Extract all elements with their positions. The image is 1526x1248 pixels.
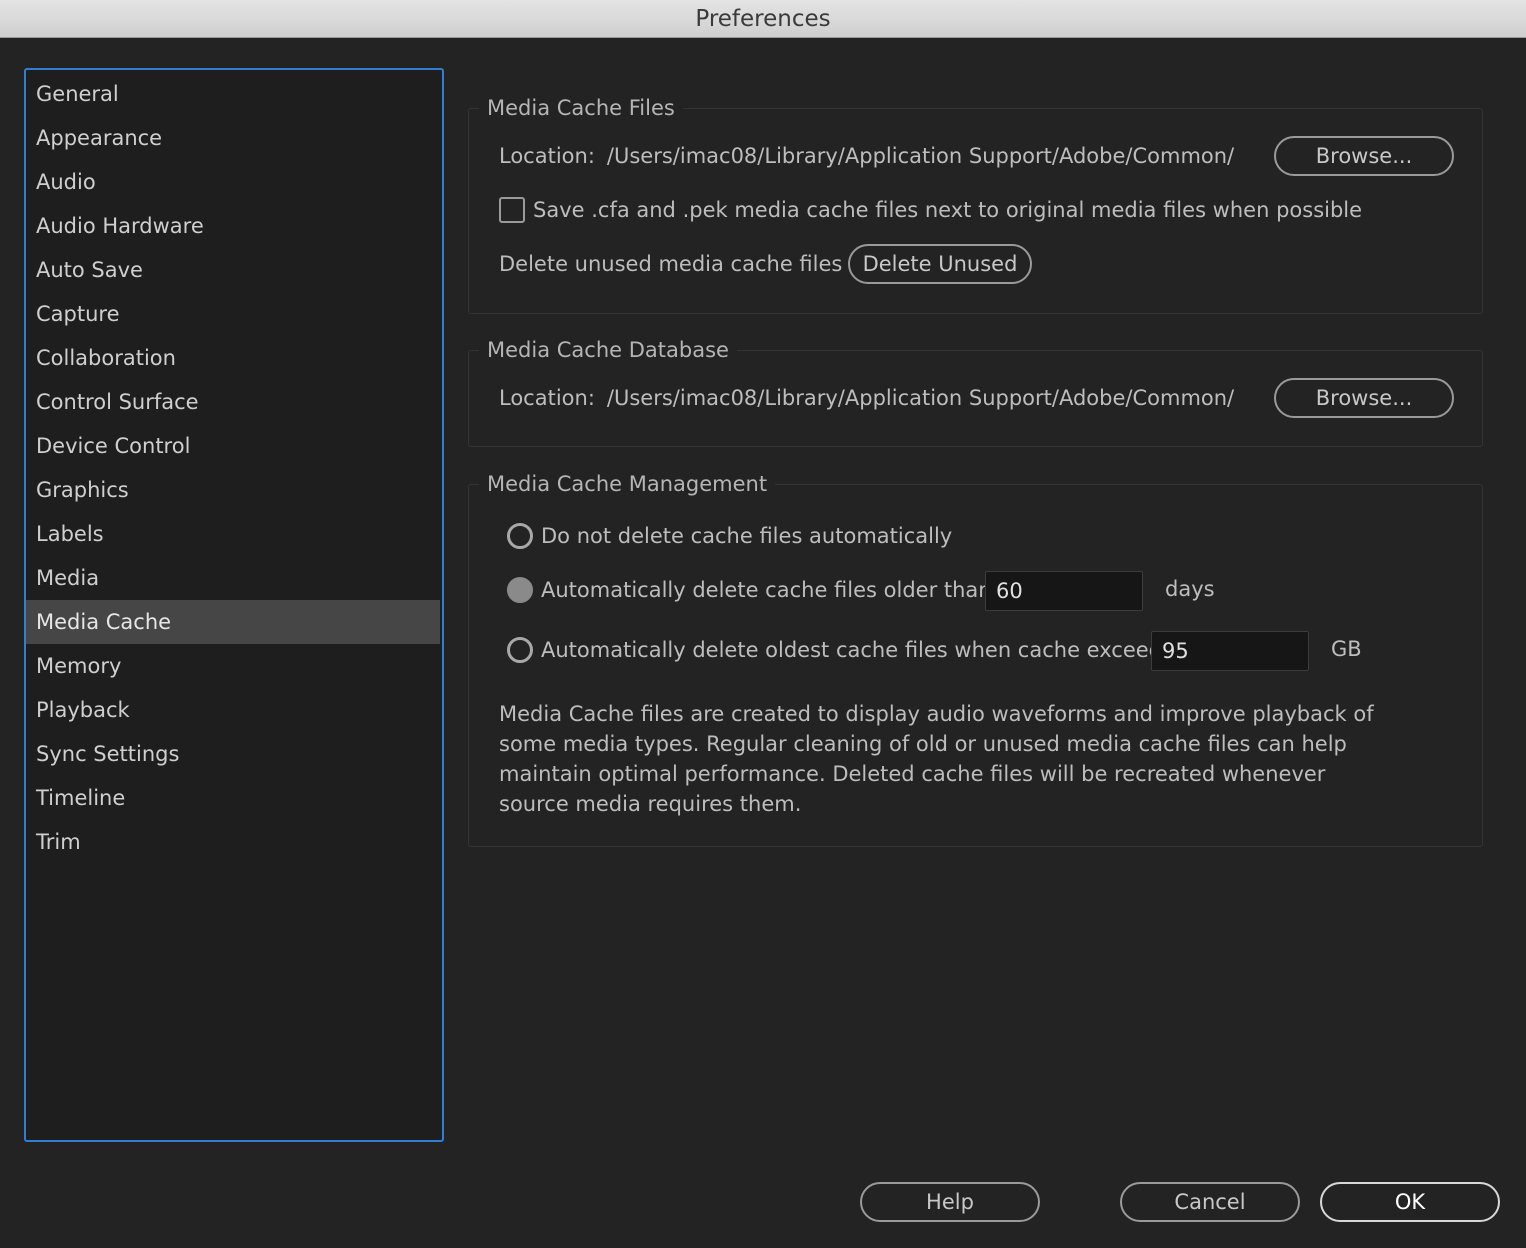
sidebar-item-labels[interactable]: Labels bbox=[26, 512, 442, 556]
sidebar-item-media-cache[interactable]: Media Cache bbox=[26, 600, 440, 644]
media-cache-management-legend: Media Cache Management bbox=[479, 469, 776, 499]
sidebar-item-graphics[interactable]: Graphics bbox=[26, 468, 442, 512]
save-next-to-media-row[interactable]: Save .cfa and .pek media cache files nex… bbox=[499, 195, 1362, 225]
older-than-option[interactable]: Automatically delete cache files older t… bbox=[507, 575, 999, 605]
sidebar-item-trim[interactable]: Trim bbox=[26, 820, 442, 864]
sidebar-item-media[interactable]: Media bbox=[26, 556, 442, 600]
sidebar-item-playback[interactable]: Playback bbox=[26, 688, 442, 732]
ok-button[interactable]: OK bbox=[1320, 1182, 1500, 1222]
delete-unused-text: Delete unused media cache files bbox=[499, 252, 843, 276]
cache-management-description: Media Cache files are created to display… bbox=[499, 702, 1374, 816]
exceeds-unit: GB bbox=[1331, 637, 1362, 661]
no-delete-radio[interactable] bbox=[507, 523, 533, 549]
sidebar-item-appearance[interactable]: Appearance bbox=[26, 116, 442, 160]
media-cache-files-legend: Media Cache Files bbox=[479, 93, 683, 123]
cache-database-browse-button[interactable]: Browse... bbox=[1274, 378, 1454, 418]
sidebar-item-audio-hardware[interactable]: Audio Hardware bbox=[26, 204, 442, 248]
cache-database-location-path: /Users/imac08/Library/Application Suppor… bbox=[606, 386, 1235, 410]
older-than-radio[interactable] bbox=[507, 577, 533, 603]
sidebar-item-audio[interactable]: Audio bbox=[26, 160, 442, 204]
save-next-to-media-checkbox[interactable] bbox=[499, 197, 525, 223]
sidebar-item-device-control[interactable]: Device Control bbox=[26, 424, 442, 468]
exceeds-size-input[interactable]: 95 bbox=[1151, 631, 1309, 671]
sidebar-item-auto-save[interactable]: Auto Save bbox=[26, 248, 442, 292]
no-delete-option[interactable]: Do not delete cache files automatically bbox=[507, 521, 952, 551]
cache-files-location-label: Location: bbox=[499, 144, 595, 168]
media-cache-management-group: Media Cache Management Do not delete cac… bbox=[468, 469, 1483, 847]
help-button[interactable]: Help bbox=[860, 1182, 1040, 1222]
sidebar-item-collaboration[interactable]: Collaboration bbox=[26, 336, 442, 380]
older-than-days-input[interactable]: 60 bbox=[985, 571, 1143, 611]
cache-database-location-label: Location: bbox=[499, 386, 595, 410]
delete-unused-row: Delete unused media cache files bbox=[499, 249, 842, 279]
exceeds-option[interactable]: Automatically delete oldest cache files … bbox=[507, 635, 1180, 665]
media-cache-files-group: Media Cache Files Location: /Users/imac0… bbox=[468, 93, 1483, 314]
window-title: Preferences bbox=[695, 5, 831, 32]
cache-files-location-row: Location: /Users/imac08/Library/Applicat… bbox=[499, 141, 1234, 171]
preferences-sidebar: General Appearance Audio Audio Hardware … bbox=[24, 68, 444, 1142]
media-cache-database-legend: Media Cache Database bbox=[479, 335, 737, 365]
exceeds-radio[interactable] bbox=[507, 637, 533, 663]
save-next-to-media-label: Save .cfa and .pek media cache files nex… bbox=[533, 198, 1363, 222]
media-cache-database-group: Media Cache Database Location: /Users/im… bbox=[468, 335, 1483, 447]
sidebar-item-general[interactable]: General bbox=[26, 72, 442, 116]
older-than-unit: days bbox=[1165, 577, 1215, 601]
older-than-label: Automatically delete cache files older t… bbox=[541, 578, 999, 602]
title-bar: Preferences bbox=[0, 0, 1526, 38]
cache-files-browse-button[interactable]: Browse... bbox=[1274, 136, 1454, 176]
sidebar-item-sync-settings[interactable]: Sync Settings bbox=[26, 732, 442, 776]
cache-database-location-row: Location: /Users/imac08/Library/Applicat… bbox=[499, 383, 1234, 413]
no-delete-label: Do not delete cache files automatically bbox=[541, 524, 953, 548]
sidebar-item-control-surface[interactable]: Control Surface bbox=[26, 380, 442, 424]
sidebar-item-memory[interactable]: Memory bbox=[26, 644, 442, 688]
cancel-button[interactable]: Cancel bbox=[1120, 1182, 1300, 1222]
sidebar-item-capture[interactable]: Capture bbox=[26, 292, 442, 336]
sidebar-item-timeline[interactable]: Timeline bbox=[26, 776, 442, 820]
exceeds-label: Automatically delete oldest cache files … bbox=[541, 638, 1181, 662]
delete-unused-button[interactable]: Delete Unused bbox=[848, 244, 1032, 284]
cache-files-location-path: /Users/imac08/Library/Application Suppor… bbox=[606, 144, 1235, 168]
